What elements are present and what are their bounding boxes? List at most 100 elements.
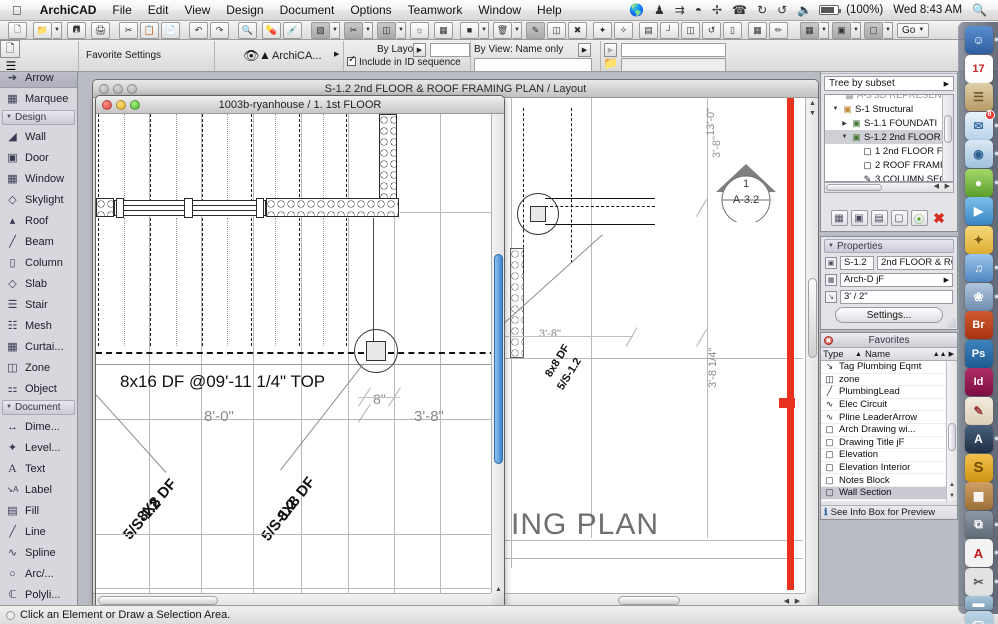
magic-wand-icon[interactable]: ✦ — [593, 21, 612, 39]
favorites-titlebar[interactable]: ✖ Favorites — [821, 333, 957, 348]
pick-up-icon[interactable]: ✧ — [614, 21, 633, 39]
paste-icon[interactable]: 📄 — [161, 21, 180, 39]
layer-dropdown-arrow[interactable]: ▼ — [331, 21, 340, 39]
drawing-name-field[interactable] — [621, 43, 726, 57]
tool-label[interactable]: ↘A Label — [0, 479, 77, 500]
dimension-settings-icon[interactable]: ◫ — [377, 21, 396, 39]
layer-visibility-icon[interactable]: ▧ — [311, 21, 330, 39]
scroll-up-arrow-icon[interactable]: ▲ — [949, 482, 955, 488]
sync-icon[interactable]: ↺ — [772, 0, 792, 21]
tree-item-s11[interactable]: ▶ ▣ S-1.1 FOUNDATI — [825, 116, 953, 130]
layout-vscrollbar[interactable]: ▲ ▼ — [805, 98, 818, 606]
new-document-icon[interactable]: 🗋 — [8, 21, 27, 39]
screenshot-icon[interactable]: ⧉ — [964, 510, 998, 539]
scroll-up-arrow-icon[interactable]: ▲ — [492, 586, 504, 593]
favorite-row[interactable]: ▢ Notes Block — [821, 474, 957, 487]
favorite-row-selected[interactable]: ▢ Wall Section — [821, 486, 957, 500]
tool-line[interactable]: ╱ Line — [0, 521, 77, 542]
wifi-icon[interactable]: ◓ — [690, 0, 707, 21]
menu-options[interactable]: Options — [342, 0, 399, 21]
drawing-tool-icon[interactable]: 🗋 — [0, 40, 20, 58]
dimension-dropdown-arrow[interactable]: ▼ — [397, 21, 406, 39]
layout-vscroll-thumb[interactable] — [808, 278, 817, 358]
search-icon[interactable]: 🔍 — [967, 0, 992, 21]
sketch-tools-icon[interactable]: ✎ — [964, 396, 993, 425]
favorite-row[interactable]: ╱ PlumbingLead — [821, 386, 957, 399]
tree-vscrollbar[interactable] — [942, 95, 953, 181]
grid-icon[interactable]: ▦ — [434, 21, 453, 39]
master-layout-field[interactable]: Arch-D jF ▶ — [840, 272, 953, 287]
toolbox-document-header[interactable]: Document — [2, 400, 75, 415]
tool-skylight[interactable]: ◇ Skylight — [0, 189, 77, 210]
bridge-icon[interactable]: Br — [964, 311, 993, 339]
status-knob-icon[interactable] — [6, 610, 15, 620]
project-map-arrow[interactable]: ▼ — [820, 21, 829, 39]
shrink-icon[interactable]: ▯ — [723, 21, 742, 39]
scroll-down-arrow-icon[interactable]: ▼ — [949, 493, 955, 499]
iphoto-icon[interactable]: ❀ — [964, 282, 998, 311]
folder-icon[interactable]: 📁 — [603, 56, 618, 70]
plan-hscroll-thumb[interactable] — [98, 596, 218, 605]
sketchup-icon[interactable]: S — [964, 453, 993, 482]
open-dropdown-arrow[interactable]: ▼ — [53, 21, 62, 39]
layout-id-field[interactable]: S-1.2 — [840, 255, 874, 270]
twisty-open-icon[interactable]: ▼ — [831, 106, 840, 112]
navigator-tree[interactable]: ▦ A-3 3D REPRESENTA ▼ ▣ S-1 Structural ▶… — [824, 94, 954, 182]
fill-icon[interactable]: ▤ — [639, 21, 658, 39]
volume-icon[interactable]: 🔈 — [792, 0, 817, 21]
tool-dimension[interactable]: ↔ Dime... — [0, 416, 77, 437]
menu-document[interactable]: Document — [272, 0, 343, 21]
phone-icon[interactable]: ☎ — [727, 0, 752, 21]
view-map-icon[interactable]: ▣ — [832, 21, 851, 39]
battery-icon[interactable] — [819, 5, 842, 15]
include-in-id-checkbox[interactable]: Include in ID sequence — [347, 54, 461, 68]
plan-window-titlebar[interactable]: 1003b-ryanhouse / 1. 1st FLOOR — [96, 96, 504, 114]
menu-view[interactable]: View — [176, 0, 218, 21]
layers-dropdown-arrow[interactable]: ▼ — [480, 21, 489, 39]
by-layout-popup[interactable]: ▶ — [413, 43, 426, 57]
menu-window[interactable]: Window — [470, 0, 529, 21]
tool-arc-circle[interactable]: ○ Arc/... — [0, 563, 77, 584]
scale-field[interactable]: 3' / 2" — [840, 289, 953, 304]
menu-teamwork[interactable]: Teamwork — [400, 0, 471, 21]
tree-item-s12[interactable]: ▼ ▣ S-1.2 2nd FLOOR — [825, 130, 953, 144]
archicad-icon[interactable]: A — [964, 425, 998, 453]
navigator-subset-selector[interactable]: Tree by subset ▶ — [824, 76, 954, 91]
sort-asc-icon[interactable]: ▲ — [855, 351, 862, 358]
view-name-field[interactable] — [474, 58, 592, 72]
little-snitch-icon[interactable]: ♟ — [649, 0, 670, 21]
pen-icon[interactable]: ✎ — [526, 21, 545, 39]
include-checkbox-box[interactable] — [347, 54, 356, 66]
layout-book-icon[interactable]: ▢ — [864, 21, 883, 39]
vectorworks-icon[interactable]: ▦ — [964, 482, 993, 510]
tool-door[interactable]: ▣ Door — [0, 147, 77, 168]
scroll-down-arrow-icon[interactable]: ▼ — [806, 110, 818, 117]
arc-icon[interactable]: ◫ — [681, 21, 700, 39]
light-icon[interactable]: ☼ — [410, 21, 429, 39]
tree-item-s1[interactable]: ▼ ▣ S-1 Structural — [825, 102, 953, 116]
finder-icon[interactable]: ☺ — [964, 26, 998, 54]
menu-help[interactable]: Help — [529, 0, 570, 21]
scroll-right-arrow-icon[interactable]: ▶ — [793, 597, 802, 605]
twisty-closed-icon[interactable]: ▶ — [840, 120, 849, 127]
tool-window[interactable]: ▦ Window — [0, 168, 77, 189]
layers-icon[interactable]: ■ — [460, 21, 479, 39]
tool-wall[interactable]: ◢ Wall — [0, 126, 77, 147]
tool-spline[interactable]: ∿ Spline — [0, 542, 77, 563]
layout-name-field[interactable]: 2nd FLOOR & ROOF F — [877, 255, 953, 270]
open-folder-icon[interactable]: 📁 — [33, 21, 52, 39]
corner-icon[interactable]: ┘ — [660, 21, 679, 39]
photoshop-icon[interactable]: Ps — [964, 339, 993, 368]
properties-resize-grip[interactable] — [946, 318, 956, 328]
tree-vscroll-thumb[interactable] — [944, 115, 952, 143]
toolbox-design-header[interactable]: Design — [2, 110, 75, 125]
master-dropdown-arrow-icon[interactable]: ▶ — [944, 276, 949, 284]
drawing-path-field[interactable] — [621, 58, 726, 72]
trim-icon[interactable]: ✂ — [344, 21, 363, 39]
favorite-row[interactable]: ▢ Arch Drawing wi... — [821, 424, 957, 437]
tree-item-drawing-2[interactable]: ▢ 2 ROOF FRAMI — [825, 158, 953, 172]
sort-controls-icon[interactable]: ▲▲ — [933, 351, 949, 358]
layout-hscroll-thumb[interactable] — [618, 596, 680, 605]
properties-header[interactable]: Properties — [824, 239, 954, 253]
redo-icon[interactable]: ↷ — [210, 21, 229, 39]
